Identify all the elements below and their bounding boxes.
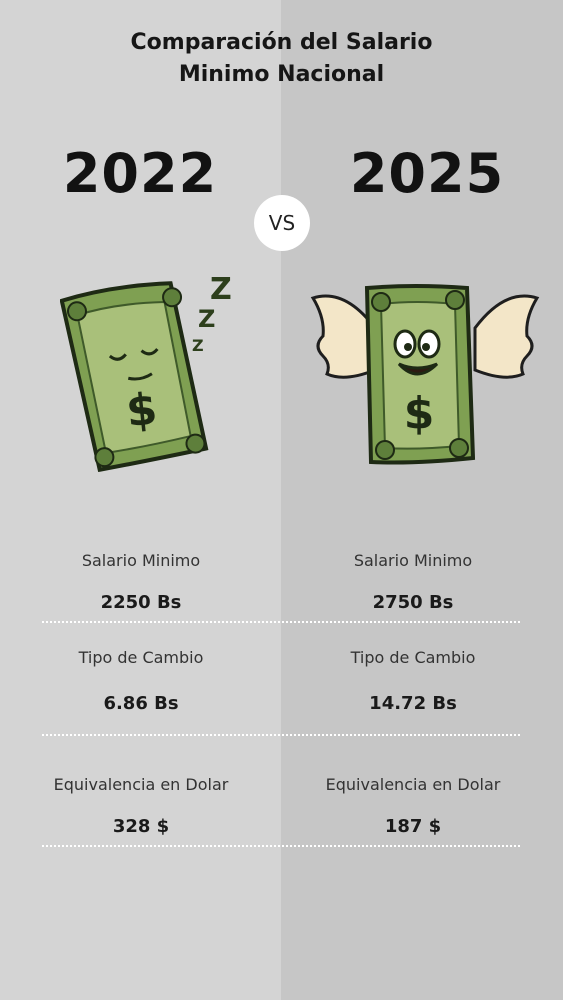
equivalencia-label-2022: Equivalencia en Dolar [53, 775, 229, 794]
divider-3 [42, 845, 520, 847]
salario-minimo-label-2022: Salario Minimo [81, 551, 201, 570]
winged-dollar-bill-icon: $ [305, 258, 545, 473]
tipo-de-cambio-label-2025: Tipo de Cambio [350, 648, 476, 667]
vs-badge: VS [254, 195, 310, 251]
equivalencia-value-2025: 187 $ [384, 816, 442, 837]
svg-text:$: $ [404, 388, 435, 439]
salario-minimo-label-2025: Salario Minimo [353, 551, 473, 570]
tipo-de-cambio-value-2022: 6.86 Bs [103, 693, 179, 714]
svg-text:$: $ [124, 384, 160, 438]
title-line-1: Comparación del Salario [130, 30, 433, 55]
equivalencia-value-2022: 328 $ [112, 816, 170, 837]
divider-2 [42, 734, 520, 736]
divider-1 [42, 621, 520, 623]
salario-minimo-value-2022: 2250 Bs [100, 592, 182, 613]
equivalencia-label-2025: Equivalencia en Dolar [325, 775, 501, 794]
year-left: 2022 [62, 142, 218, 205]
title-line-2: Minimo Nacional [178, 62, 385, 87]
svg-text:Z: Z [210, 272, 232, 307]
svg-text:Z: Z [198, 305, 215, 333]
year-right: 2025 [349, 142, 505, 205]
tipo-de-cambio-value-2025: 14.72 Bs [369, 693, 457, 714]
sleeping-dollar-bill-icon: $ Z Z Z [59, 265, 240, 480]
svg-text:Z: Z [192, 336, 204, 355]
salario-minimo-value-2025: 2750 Bs [372, 592, 454, 613]
tipo-de-cambio-label-2022: Tipo de Cambio [78, 648, 204, 667]
page-title: Comparación del Salario Minimo Nacional [0, 27, 563, 91]
